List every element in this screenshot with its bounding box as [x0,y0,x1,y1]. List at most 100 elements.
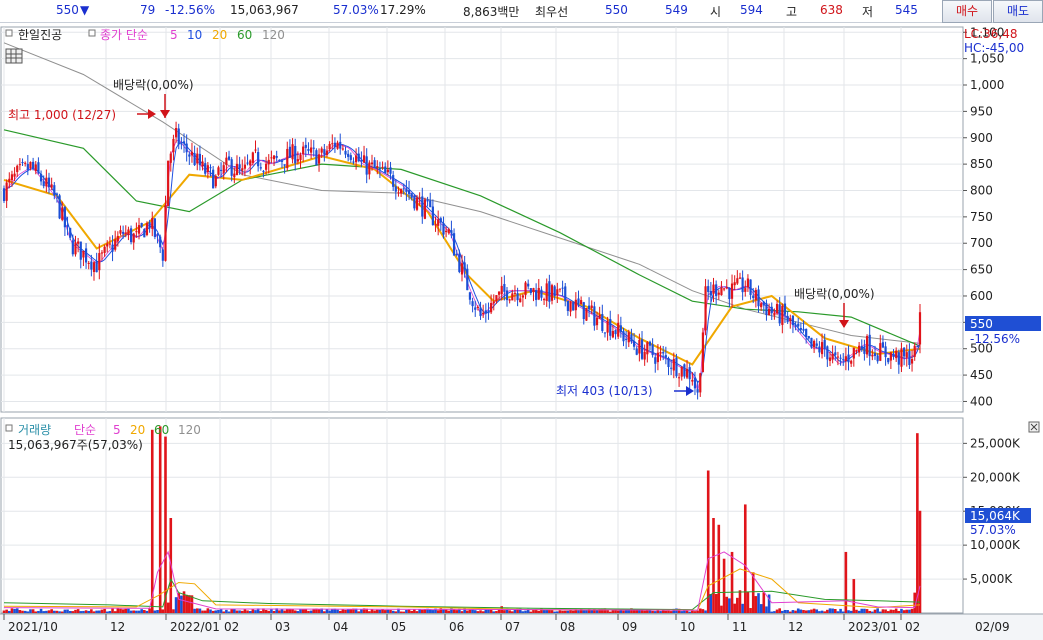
price-candle [190,151,194,156]
volume-bar [773,611,776,613]
volume-bar [465,610,469,613]
volume-bar [860,608,864,613]
price-candle [79,241,82,260]
price-candle [148,222,151,229]
price-tick-label: 850 [970,157,993,171]
price-candle [137,225,141,234]
volume-bar [736,597,739,613]
price-candle [903,347,906,357]
svg-text:15,064K: 15,064K [970,509,1021,523]
volume-bar [791,610,795,613]
volume-bar [868,610,871,613]
volume-bar [98,610,101,613]
volume-bar [283,610,286,613]
high-label: 고 [786,5,798,19]
volume-bar [889,609,893,613]
price-candle [910,358,914,364]
volume-panel-close-icon[interactable] [1028,421,1040,433]
price-candle [288,146,292,158]
sell-button[interactable]: 매도 [993,0,1043,23]
volume-bar [174,597,178,613]
price-candle [672,358,675,371]
price-candle [730,283,734,299]
price-candle [122,231,125,234]
price-candle [741,277,744,293]
stock-chart[interactable]: 1,1001,0501,0009509008508007507006506005… [0,23,1043,640]
table-icon[interactable] [5,48,23,64]
price-candle [272,155,276,160]
price-candle [662,352,665,354]
price-candle [611,330,615,338]
volume-bar [193,608,196,613]
price-tick-label: 700 [970,236,993,250]
price-candle [357,153,360,162]
x-tick-label: 2023/01 [848,620,898,634]
price-candle [58,195,61,219]
volume-bar [743,504,747,613]
price-candle [476,306,479,308]
volume-bar [407,609,411,613]
price-candle [463,262,466,270]
price-tick-label: 750 [970,210,993,224]
volume-bar [21,610,24,613]
buy-button[interactable]: 매수 [942,0,992,23]
price-candle [212,169,215,189]
price-candle [545,283,548,301]
price-candle [754,289,757,300]
price-candle [497,291,501,295]
price-candle [868,334,871,357]
price-candle [32,161,35,169]
volume-bar [68,610,72,613]
volume-title: 거래량 [18,423,51,437]
price-candle [222,165,225,173]
volume-bar [431,610,435,613]
price-candle [749,279,752,295]
price-candle [111,244,114,252]
volume-bar [775,609,779,613]
volume-bar [460,611,464,613]
price-candle [143,228,146,238]
price-candle [717,292,720,295]
price-candle [135,231,138,233]
price-candle [805,328,808,337]
volume-bar [394,611,398,613]
price-candle [558,288,562,290]
price-candle [482,312,485,315]
price-candle [733,282,736,286]
price-candle [524,282,527,296]
volume-bar [783,609,787,613]
price-candle [400,189,403,194]
volume-bar [222,611,226,613]
volume-bar [254,610,257,613]
volume-bar [704,610,707,613]
volume-bar [680,611,684,613]
volume-bar [140,609,143,613]
volume-bar [2,610,6,613]
volume-bar [436,610,440,613]
volume-bar [235,610,239,613]
price-candle [397,192,400,194]
volume-bar [550,610,554,613]
price-candle [275,155,278,158]
volume-bar [799,609,803,613]
volume-bar [688,611,691,613]
price-change: 79 [140,3,156,17]
price-candle [347,153,350,157]
volume-tick-label: 10,000K [970,538,1021,552]
price-tick-label: 950 [970,104,993,118]
volume-bar [616,610,620,613]
volume-bar [720,605,723,613]
volume-bar [722,558,726,613]
price-candle [503,283,506,292]
price-candle [415,197,419,210]
price-candle [362,155,366,163]
current-price: 550 [56,3,79,17]
price-candle [736,278,739,284]
volume-text: 15,063,967주(57,03%) [8,438,143,452]
volume-bar [828,608,832,613]
price-candle [127,229,130,235]
price-candle [26,163,29,170]
volume-bar [503,610,506,613]
open-label: 시 [710,5,722,19]
price-candle [699,373,702,393]
